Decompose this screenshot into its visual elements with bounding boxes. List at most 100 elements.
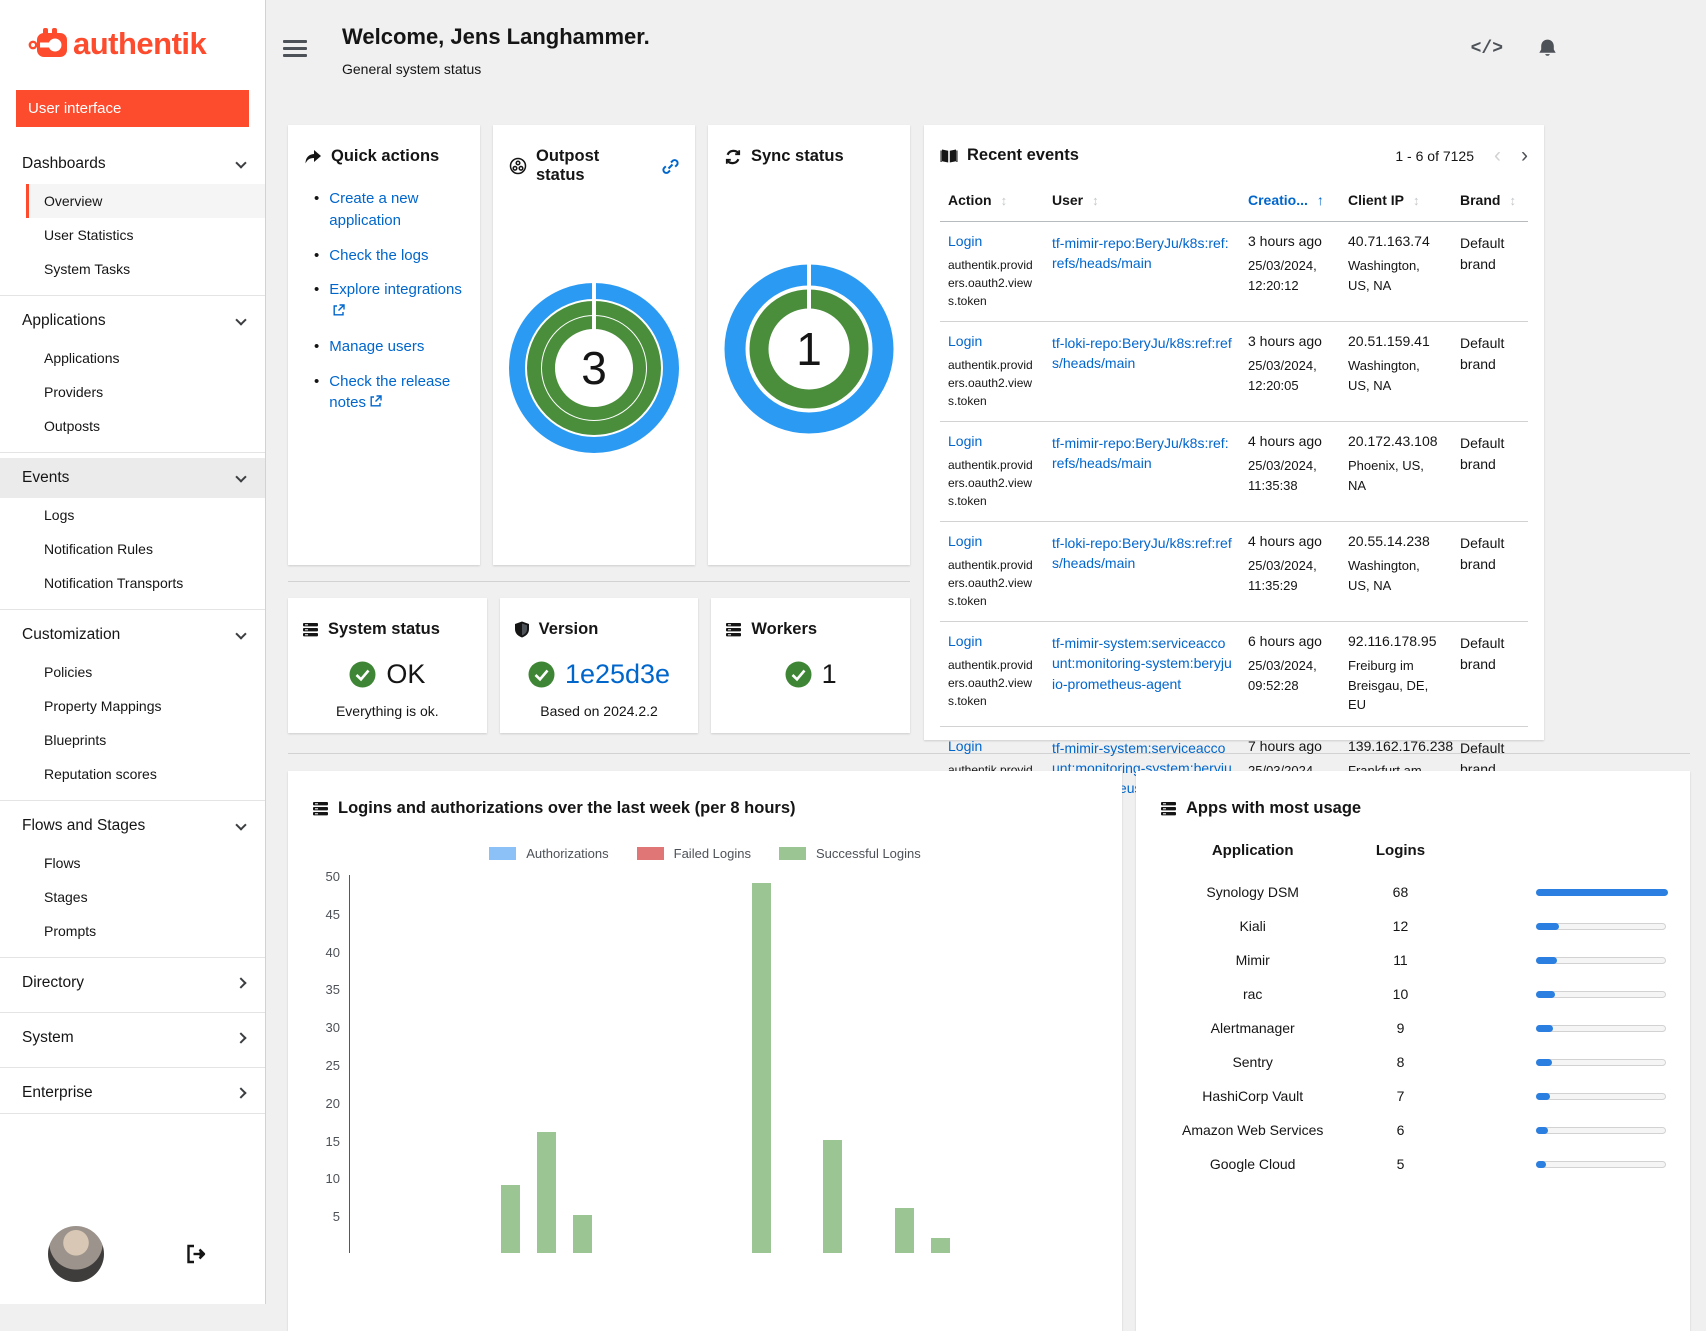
sort-icon[interactable]: ↕ bbox=[1509, 193, 1516, 208]
sidebar-item-system-tasks[interactable]: System Tasks bbox=[0, 252, 265, 286]
event-context: authentik.providers.oauth2.views.token bbox=[948, 256, 1036, 310]
pagination-prev-icon[interactable]: ‹ bbox=[1494, 145, 1501, 166]
event-user-link[interactable]: tf-loki-repo:BeryJu/k8s:ref:refs/heads/m… bbox=[1052, 333, 1232, 374]
sidebar-item-policies[interactable]: Policies bbox=[0, 655, 265, 689]
usage-bar-fill bbox=[1536, 1127, 1548, 1134]
events-column-client-ip[interactable]: Client IP↕ bbox=[1340, 182, 1452, 222]
sort-asc-icon[interactable]: ↑ bbox=[1317, 192, 1324, 208]
y-tick-label: 35 bbox=[312, 982, 340, 1020]
workers-value: 1 bbox=[822, 659, 837, 690]
main-area: Welcome, Jens Langhammer. General system… bbox=[266, 0, 1706, 1304]
app-logins: 7 bbox=[1345, 1079, 1455, 1113]
quick-action-link-explore-integrations[interactable]: Explore integrations bbox=[329, 281, 462, 298]
hamburger-menu-icon[interactable] bbox=[283, 40, 307, 61]
app-usage-bar-cell bbox=[1456, 909, 1666, 943]
event-action-link[interactable]: Login bbox=[948, 433, 982, 449]
event-action-link[interactable]: Login bbox=[948, 233, 982, 249]
event-ip: 139.162.176.238 bbox=[1348, 738, 1444, 754]
quick-action-link-check-the-logs[interactable]: Check the logs bbox=[329, 247, 428, 264]
event-user-link[interactable]: tf-mimir-repo:BeryJu/k8s:ref:refs/heads/… bbox=[1052, 433, 1232, 474]
sidebar-item-overview[interactable]: Overview bbox=[26, 184, 265, 218]
chart-bar bbox=[752, 883, 771, 1253]
app-logins: 11 bbox=[1345, 943, 1455, 977]
event-user-link[interactable]: tf-mimir-system:serviceaccount:monitorin… bbox=[1052, 633, 1232, 694]
events-column-user[interactable]: User↕ bbox=[1044, 182, 1240, 222]
sidebar-item-prompts[interactable]: Prompts bbox=[0, 914, 265, 948]
event-action-link[interactable]: Login bbox=[948, 333, 982, 349]
sidebar-item-applications[interactable]: Applications bbox=[0, 341, 265, 375]
event-context: authentik.providers.oauth2.views.token bbox=[948, 556, 1036, 610]
sidebar-footer bbox=[0, 1226, 265, 1304]
sync-status-donut: 1 bbox=[724, 264, 894, 434]
sidebar-group-customization[interactable]: Customization bbox=[0, 615, 265, 655]
chevron-down-icon bbox=[235, 471, 246, 482]
legend-item-successful-logins: Successful Logins bbox=[779, 846, 921, 861]
sidebar-item-outposts[interactable]: Outposts bbox=[0, 409, 265, 443]
sidebar-group-dashboards[interactable]: Dashboards bbox=[0, 144, 265, 184]
sidebar-group-enterprise[interactable]: Enterprise bbox=[0, 1073, 265, 1113]
sidebar-group: Directory bbox=[0, 957, 265, 1012]
sidebar-group-directory[interactable]: Directory bbox=[0, 963, 265, 1003]
sidebar-item-property-mappings[interactable]: Property Mappings bbox=[0, 689, 265, 723]
avatar[interactable] bbox=[48, 1226, 104, 1282]
sort-icon[interactable]: ↕ bbox=[1092, 193, 1099, 208]
sidebar-group-events[interactable]: Events bbox=[0, 458, 265, 498]
quick-action-link-manage-users[interactable]: Manage users bbox=[329, 338, 424, 355]
external-link-icon bbox=[370, 395, 382, 407]
authentik-logo: authentik bbox=[0, 0, 265, 62]
server-icon bbox=[725, 621, 742, 638]
outpost-status-title: Outpost status bbox=[536, 147, 647, 185]
chevron-down-icon bbox=[235, 819, 246, 830]
sidebar-item-reputation-scores[interactable]: Reputation scores bbox=[0, 757, 265, 791]
quick-actions-card: Quick actions Create a new applicationCh… bbox=[288, 125, 480, 565]
event-ip: 40.71.163.74 bbox=[1348, 233, 1444, 249]
events-column-creatio-[interactable]: Creatio...↑ bbox=[1240, 182, 1340, 222]
app-usage-bar-cell bbox=[1456, 1113, 1666, 1147]
sidebar-group-applications[interactable]: Applications bbox=[0, 301, 265, 341]
sidebar-item-logs[interactable]: Logs bbox=[0, 498, 265, 532]
sync-status-title: Sync status bbox=[751, 147, 844, 166]
pagination-next-icon[interactable]: › bbox=[1521, 145, 1528, 166]
event-action-cell: Login authentik.providers.oauth2.views.to… bbox=[940, 222, 1044, 322]
legend-swatch bbox=[637, 847, 664, 860]
sidebar-item-notification-transports[interactable]: Notification Transports bbox=[0, 566, 265, 600]
event-client-ip-cell: 92.116.178.95Freiburg im Breisgau, DE, E… bbox=[1340, 622, 1452, 727]
event-ip: 20.55.14.238 bbox=[1348, 533, 1444, 549]
bell-icon[interactable] bbox=[1537, 38, 1558, 59]
sidebar-item-flows[interactable]: Flows bbox=[0, 846, 265, 880]
events-table: Action↕User↕Creatio...↑Client IP↕Brand↕ … bbox=[940, 182, 1528, 826]
event-row: Login authentik.providers.oauth2.views.to… bbox=[940, 222, 1528, 322]
quick-action-link-check-the-release-notes[interactable]: Check the release notes bbox=[329, 373, 450, 412]
sidebar-item-user-statistics[interactable]: User Statistics bbox=[0, 218, 265, 252]
app-usage-bar-cell bbox=[1456, 1079, 1666, 1113]
sort-icon[interactable]: ↕ bbox=[1001, 193, 1008, 208]
app-usage-bar-cell bbox=[1456, 1045, 1666, 1079]
sidebar-item-providers[interactable]: Providers bbox=[0, 375, 265, 409]
logout-icon[interactable] bbox=[185, 1243, 207, 1265]
app-usage-row: Mimir11 bbox=[1160, 943, 1666, 977]
event-user-link[interactable]: tf-mimir-repo:BeryJu/k8s:ref:refs/heads/… bbox=[1052, 233, 1232, 274]
system-status-card: System status OK Everything is ok. bbox=[288, 598, 487, 733]
sidebar-item-stages[interactable]: Stages bbox=[0, 880, 265, 914]
events-column-brand[interactable]: Brand↕ bbox=[1452, 182, 1528, 222]
api-code-icon[interactable]: </> bbox=[1471, 39, 1503, 59]
sidebar-group-flows-and-stages[interactable]: Flows and Stages bbox=[0, 806, 265, 846]
quick-action-link-create-a-new-application[interactable]: Create a new application bbox=[329, 190, 418, 229]
sidebar-group-system[interactable]: System bbox=[0, 1018, 265, 1058]
sort-icon[interactable]: ↕ bbox=[1413, 193, 1420, 208]
user-interface-button[interactable]: User interface bbox=[16, 90, 249, 127]
y-tick-label: 30 bbox=[312, 1020, 340, 1058]
event-action-link[interactable]: Login bbox=[948, 738, 982, 754]
version-value-link[interactable]: 1e25d3e bbox=[565, 659, 670, 690]
sidebar-item-blueprints[interactable]: Blueprints bbox=[0, 723, 265, 757]
app-logins: 12 bbox=[1345, 909, 1455, 943]
link-icon[interactable] bbox=[662, 158, 679, 175]
event-user-link[interactable]: tf-loki-repo:BeryJu/k8s:ref:refs/heads/m… bbox=[1052, 533, 1232, 574]
app-name: Alertmanager bbox=[1160, 1011, 1345, 1045]
event-location: Washington, US, NA bbox=[1348, 256, 1444, 295]
event-brand-cell: Default brand bbox=[1452, 522, 1528, 622]
sidebar-item-notification-rules[interactable]: Notification Rules bbox=[0, 532, 265, 566]
event-action-link[interactable]: Login bbox=[948, 533, 982, 549]
events-column-action[interactable]: Action↕ bbox=[940, 182, 1044, 222]
event-action-link[interactable]: Login bbox=[948, 633, 982, 649]
